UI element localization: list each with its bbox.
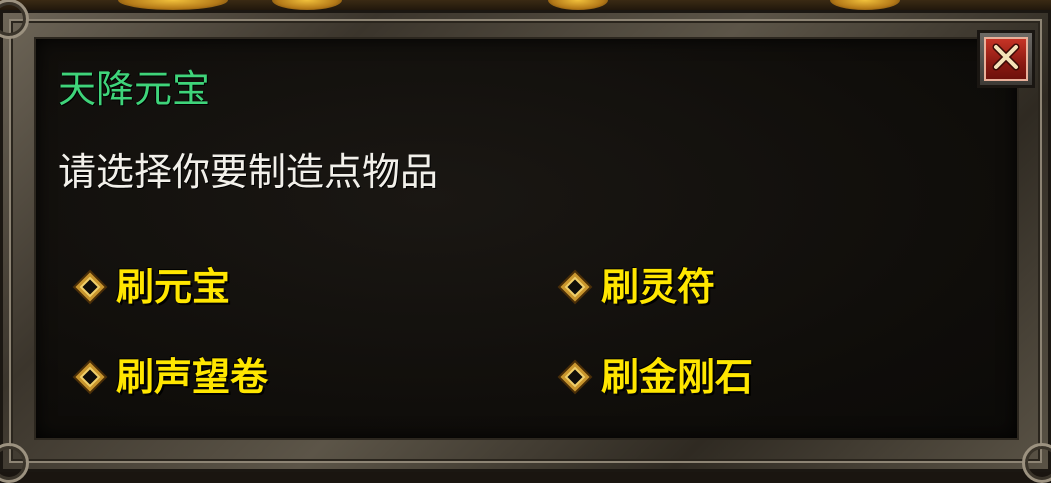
option-label: 刷声望卷: [116, 355, 269, 399]
gold-ornament: [272, 0, 342, 10]
diamond-bullet-icon: [70, 357, 110, 397]
gold-ornament: [548, 0, 608, 10]
option-label: 刷金刚石: [601, 355, 754, 399]
option-brush-yuanbao[interactable]: 刷元宝: [70, 264, 230, 310]
gold-ornament: [118, 0, 228, 10]
option-brush-lingfu[interactable]: 刷灵符: [555, 264, 715, 310]
frame-corner-ornament: [1022, 443, 1051, 483]
frame-corner-ornament: [0, 443, 29, 483]
gold-ornament: [830, 0, 900, 10]
diamond-bullet-icon: [70, 267, 110, 307]
dialog-prompt: 请选择你要制造点物品: [58, 150, 439, 194]
close-button-face: [984, 37, 1028, 81]
close-button[interactable]: [977, 30, 1035, 88]
option-label: 刷灵符: [601, 265, 716, 309]
option-label: 刷元宝: [116, 265, 231, 309]
diamond-bullet-icon: [555, 267, 595, 307]
dialog-title: 天降元宝: [58, 67, 211, 111]
option-brush-jingangshi[interactable]: 刷金刚石: [555, 354, 753, 400]
diamond-bullet-icon: [555, 357, 595, 397]
option-brush-shengwangjuan[interactable]: 刷声望卷: [70, 354, 268, 400]
close-icon: [991, 42, 1021, 76]
frame-corner-ornament: [0, 0, 29, 39]
